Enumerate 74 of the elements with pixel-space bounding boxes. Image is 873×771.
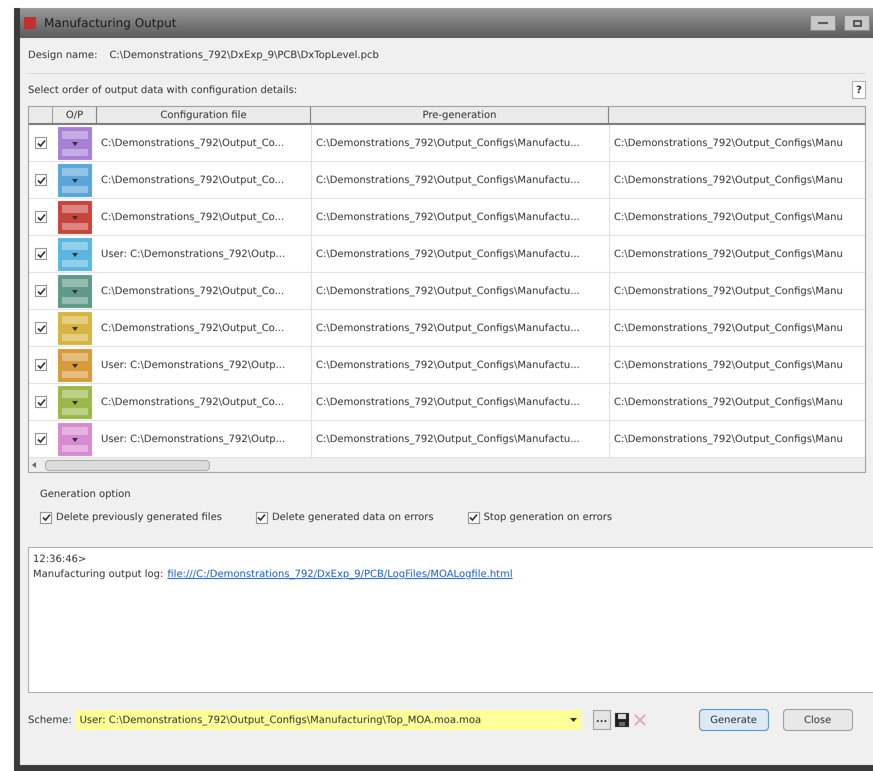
table-row[interactable]: C:\Demonstrations_792\Output_Co... C:\Demonstrations_792\Output_Configs\Manufactu... C:\Demonstrations_792\Output_Configs\Manu: [29, 199, 865, 236]
table-cell-text: C:\Demonstrations_792\Output_Co...: [100, 174, 286, 188]
checkbox[interactable]: [256, 512, 268, 524]
table-cell: C:\Demonstrations_792\Output_Configs\Manufactu...: [311, 384, 609, 420]
option-label: Delete generated data on errors: [272, 511, 434, 525]
table-row[interactable]: C:\Demonstrations_792\Output_Co... C:\Demonstrations_792\Output_Configs\Manufactu... C:\Demonstrations_792\Output_Configs\Manu: [29, 310, 865, 347]
scrollbar-thumb[interactable]: [45, 460, 210, 470]
horizontal-scrollbar[interactable]: [29, 458, 865, 472]
checkbox[interactable]: [35, 211, 47, 223]
table-row[interactable]: C:\Demonstrations_792\Output_Co... C:\Demonstrations_792\Output_Configs\Manufactu... C:\Demonstrations_792\Output_Configs\Manu: [29, 162, 865, 199]
column-header[interactable]: Configuration file: [97, 107, 311, 123]
generation-option-title: Generation option: [40, 488, 132, 502]
order-label: Select order of output data with configuration details:: [28, 84, 298, 98]
checkbox[interactable]: [35, 322, 47, 334]
table-cell: C:\Demonstrations_792\Output_Configs\Manufactu...: [311, 347, 609, 383]
table-cell: C:\Demonstrations_792\Output_Configs\Manufactu...: [311, 310, 609, 346]
table-cell: C:\Demonstrations_792\Output_Configs\Manu: [609, 273, 865, 309]
option-label: Stop generation on errors: [484, 511, 612, 525]
table-row[interactable]: C:\Demonstrations_792\Output_Co... C:\Demonstrations_792\Output_Configs\Manufactu... C:\Demonstrations_792\Output_Configs\Manu: [29, 125, 865, 162]
log-label: Manufacturing output log:: [33, 568, 164, 582]
checkbox[interactable]: [468, 512, 480, 524]
table-cell: C:\Demonstrations_792\Output_Configs\Manu: [609, 162, 865, 198]
table-cell-text: C:\Demonstrations_792\Output_Co...: [100, 396, 286, 410]
dialog-button[interactable]: Close: [782, 709, 853, 731]
table-cell-text: User: C:\Demonstrations_792\Outp...: [100, 358, 286, 372]
scheme-label: Scheme:: [28, 714, 72, 728]
save-icon[interactable]: [614, 713, 629, 727]
help-button[interactable]: ?: [852, 81, 866, 99]
table-cell: C:\Demonstrations_792\Output_Configs\Manu: [609, 236, 865, 272]
table-cell: C:\Demonstrations_792\Output_Configs\Manufactu...: [311, 273, 609, 309]
table-cell-text: User: C:\Demonstrations_792\Outp...: [100, 432, 286, 446]
table-cell: C:\Demonstrations_792\Output_Configs\Manu: [609, 310, 865, 346]
browse-button[interactable]: ...: [592, 710, 611, 730]
table-cell: C:\Demonstrations_792\Output_Configs\Manufactu...: [311, 125, 609, 161]
checkbox[interactable]: [35, 396, 47, 408]
design-name-label: Design name:: [28, 49, 98, 63]
caret-icon: [570, 718, 577, 722]
table-cell: C:\Demonstrations_792\Output_Configs\Manufactu...: [311, 236, 609, 272]
table-row[interactable]: C:\Demonstrations_792\Output_Co... C:\Demonstrations_792\Output_Configs\Manufactu... C:\Demonstrations_792\Output_Configs\Manu: [29, 384, 865, 421]
table-cell: C:\Demonstrations_792\Output_Configs\Manu: [609, 125, 865, 161]
column-header[interactable]: O/P: [53, 107, 97, 123]
log-link[interactable]: file:///C:/Demonstrations_792/DxExp_9/PCB/LogFiles/MOALogfile.html: [167, 567, 513, 582]
checkbox[interactable]: [35, 433, 47, 445]
maximize-button[interactable]: [844, 15, 870, 31]
table-row[interactable]: C:\Demonstrations_792\Output_Co... C:\Demonstrations_792\Output_Configs\Manufactu... C:\Demonstrations_792\Output_Configs\Manu: [29, 273, 865, 310]
table-cell: C:\Demonstrations_792\Output_Configs\Manufactu...: [311, 162, 609, 198]
scheme-dropdown[interactable]: User: C:\Demonstrations_792\Output_Configs\Manufacturing\Top_MOA.moa.moa: [76, 710, 581, 730]
table-cell: C:\Demonstrations_792\Output_Configs\Manu: [609, 347, 865, 383]
table-cell-text: C:\Demonstrations_792\Output_Co...: [100, 322, 286, 336]
checkbox[interactable]: [35, 174, 47, 186]
checkbox[interactable]: [40, 512, 52, 524]
checkbox[interactable]: [35, 248, 47, 260]
table-cell: C:\Demonstrations_792\Output_Configs\Manu: [609, 384, 865, 420]
table-row[interactable]: User: C:\Demonstrations_792\Outp... C:\Demonstrations_792\Output_Configs\Manufactu... C:\Demonstrations_792\Output_Configs\Manu: [29, 236, 865, 273]
design-name-value: C:\Demonstrations_792\DxExp_9\PCB\DxTopLevel.pcb: [109, 49, 379, 63]
log-timestamp: 12:36:46>: [33, 553, 88, 567]
table-cell-text: C:\Demonstrations_792\Output_Co...: [100, 136, 286, 150]
table-row[interactable]: User: C:\Demonstrations_792\Outp... C:\Demonstrations_792\Output_Configs\Manufactu... C:\Demonstrations_792\Output_Configs\Manu: [29, 347, 865, 384]
column-header[interactable]: Pre-generation: [311, 107, 609, 123]
minimize-button[interactable]: [810, 15, 836, 31]
app-icon: [24, 17, 36, 29]
checkbox[interactable]: [35, 137, 47, 149]
table-cell-text: C:\Demonstrations_792\Output_Co...: [100, 210, 286, 224]
table-cell-text: C:\Demonstrations_792\Output_Co...: [100, 284, 286, 298]
table-cell: C:\Demonstrations_792\Output_Configs\Manufactu...: [311, 421, 609, 457]
dialog-button[interactable]: Generate: [698, 709, 769, 731]
table-cell: C:\Demonstrations_792\Output_Configs\Manu: [609, 421, 865, 457]
table-cell-text: User: C:\Demonstrations_792\Outp...: [100, 248, 286, 262]
checkbox[interactable]: [35, 285, 47, 297]
window-title: Manufacturing Output: [44, 15, 176, 32]
option-label: Delete previously generated files: [56, 511, 222, 525]
table-cell: C:\Demonstrations_792\Output_Configs\Manu: [609, 199, 865, 235]
table-cell: C:\Demonstrations_792\Output_Configs\Manufactu...: [311, 199, 609, 235]
checkbox[interactable]: [35, 359, 47, 371]
